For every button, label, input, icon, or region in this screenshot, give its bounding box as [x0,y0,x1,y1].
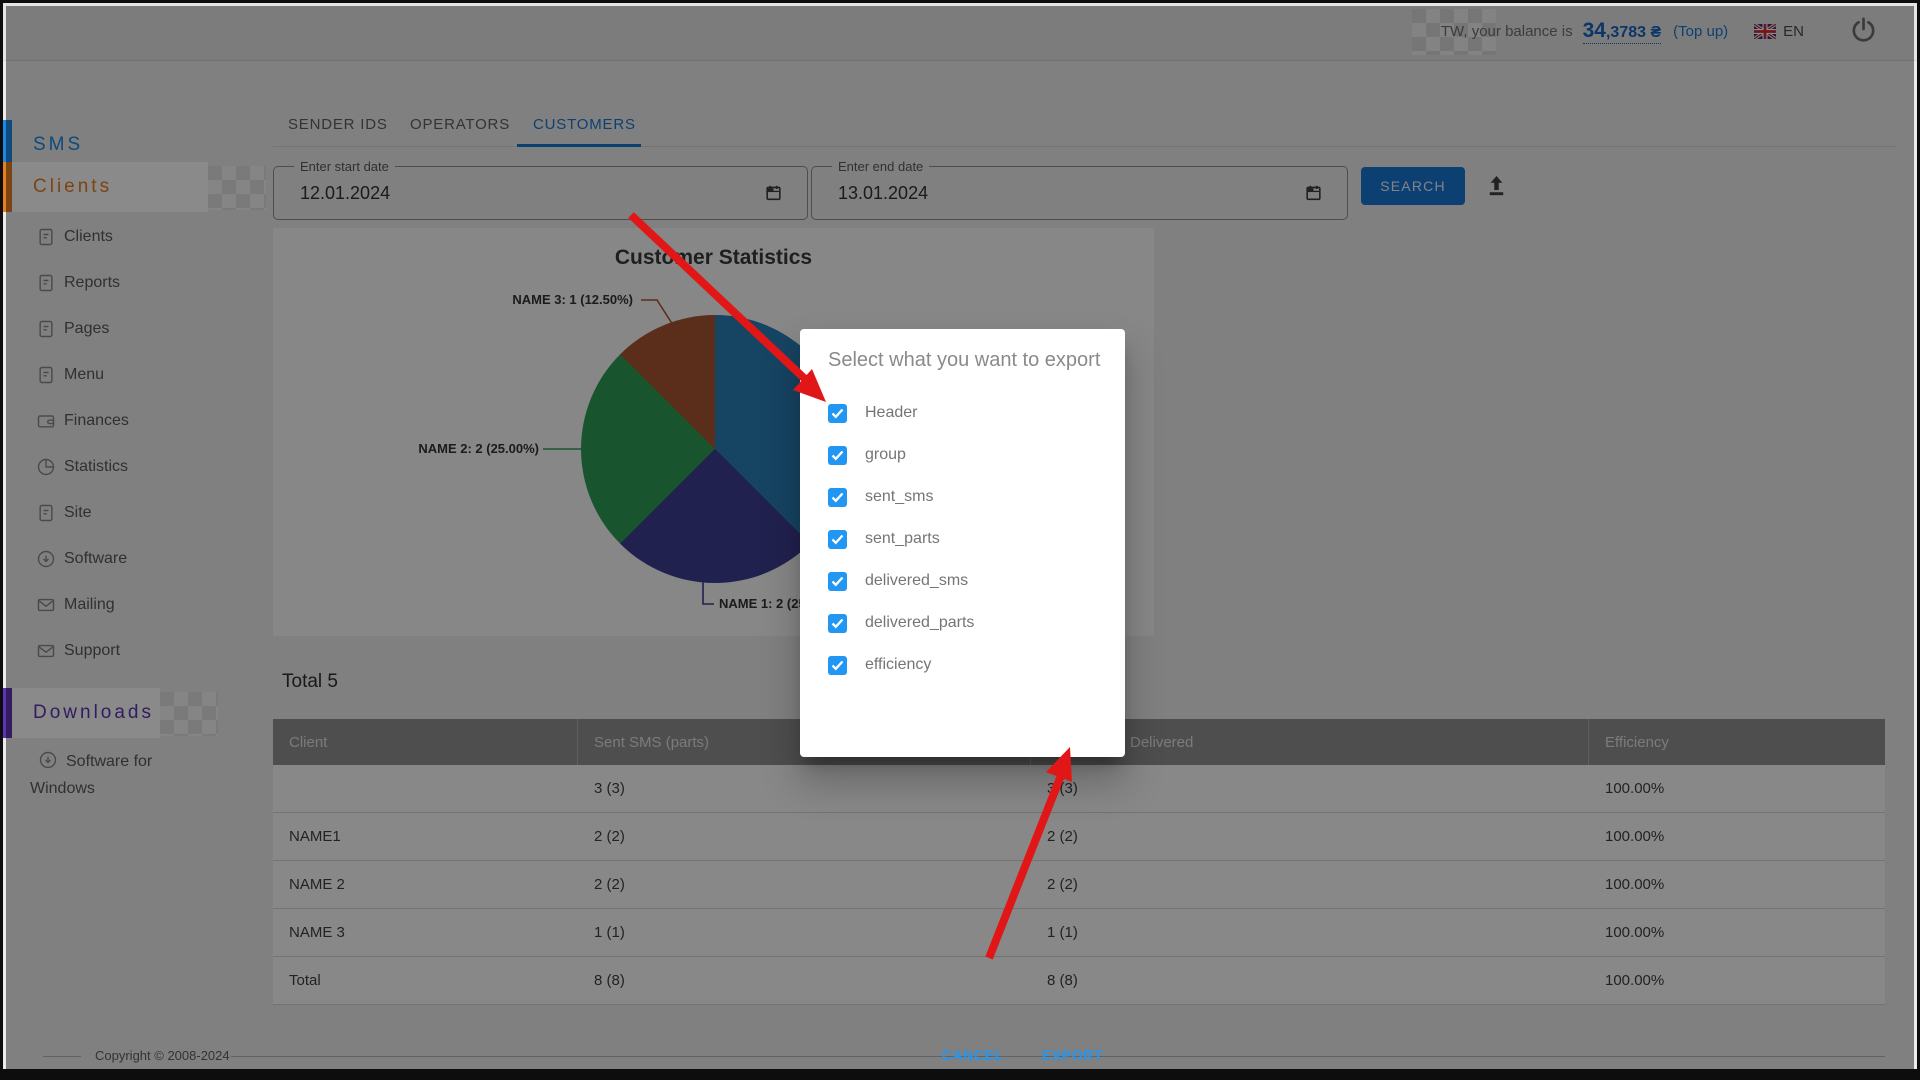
checkbox-checked-icon[interactable] [828,656,847,675]
option-label: sent_sms [865,488,933,506]
dialog-title: Select what you want to export [828,349,1100,372]
app-window: TW, your balance is 34,3783 ₴ (Top up) E… [0,0,1920,1080]
option-sent-parts[interactable]: sent_parts [828,518,940,560]
option-group[interactable]: group [828,434,906,476]
checkbox-checked-icon[interactable] [828,572,847,591]
checkbox-checked-icon[interactable] [828,488,847,507]
export-dialog: Select what you want to export Header gr… [800,329,1125,757]
option-header[interactable]: Header [828,392,917,434]
checkbox-checked-icon[interactable] [828,530,847,549]
option-delivered-sms[interactable]: delivered_sms [828,560,968,602]
checkbox-checked-icon[interactable] [828,614,847,633]
option-label: delivered_sms [865,572,968,590]
checkbox-checked-icon[interactable] [828,446,847,465]
export-button[interactable]: EXPORT [1038,1041,1107,1069]
option-efficiency[interactable]: efficiency [828,644,931,686]
option-sent-sms[interactable]: sent_sms [828,476,933,518]
screenshot-frame [3,1069,1917,1077]
option-label: group [865,446,906,464]
checkbox-checked-icon[interactable] [828,404,847,423]
option-label: delivered_parts [865,614,974,632]
option-label: efficiency [865,656,931,674]
option-label: sent_parts [865,530,940,548]
cancel-button[interactable]: CANCEL [938,1041,1008,1069]
option-delivered-parts[interactable]: delivered_parts [828,602,974,644]
option-label: Header [865,404,917,422]
